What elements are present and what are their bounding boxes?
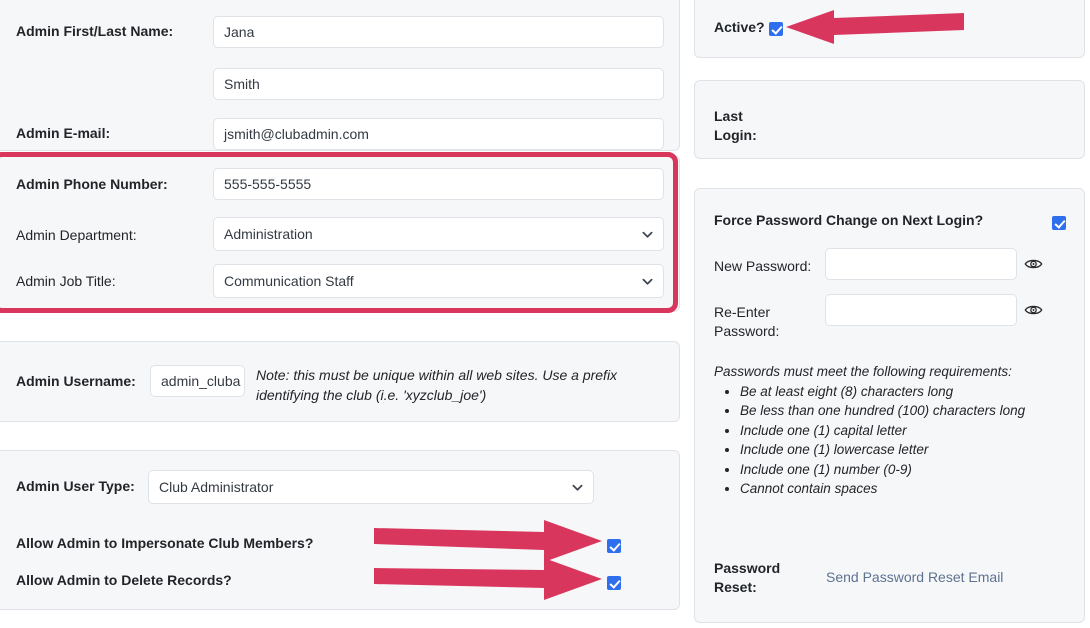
force-password-change-checkbox[interactable] xyxy=(1052,216,1066,230)
impersonate-label: Allow Admin to Impersonate Club Members? xyxy=(16,535,314,551)
password-requirements-list: Be at least eight (8) characters long Be… xyxy=(714,382,1074,499)
admin-user-type-select[interactable]: Club Administrator xyxy=(148,470,594,504)
first-name-input[interactable]: Jana xyxy=(213,16,664,48)
admin-department-value: Administration xyxy=(224,226,313,242)
admin-email-input[interactable]: jsmith@clubadmin.com xyxy=(213,118,664,150)
admin-phone-label-row: Admin Phone Number: xyxy=(16,175,168,194)
requirement-item: Include one (1) capital letter xyxy=(740,421,1074,441)
new-password-label: New Password: xyxy=(714,258,812,274)
admin-email-label: Admin E-mail: xyxy=(16,125,111,141)
admin-department-label-row: Admin Department: xyxy=(16,226,137,245)
admin-job-title-label: Admin Job Title: xyxy=(16,273,116,289)
new-password-label-row: New Password: xyxy=(714,257,811,276)
admin-email-label-row: Admin E-mail: xyxy=(16,124,110,143)
password-requirements: Passwords must meet the following requir… xyxy=(714,362,1074,499)
requirement-item: Be less than one hundred (100) character… xyxy=(740,401,1074,421)
admin-username-label-row: Admin Username: xyxy=(16,372,136,391)
new-password-input[interactable] xyxy=(825,248,1017,280)
admin-profile-form-page: Admin First/Last Name: Jana Smith Admin … xyxy=(0,0,1090,628)
admin-department-select[interactable]: Administration xyxy=(213,217,664,251)
reenter-password-label: Re-Enter Password: xyxy=(714,304,780,339)
admin-user-type-label-row: Admin User Type: xyxy=(16,477,135,496)
first-name-value: Jana xyxy=(224,24,255,40)
password-requirements-intro: Passwords must meet the following requir… xyxy=(714,364,1012,379)
send-password-reset-email-link[interactable]: Send Password Reset Email xyxy=(826,569,1003,585)
admin-name-label: Admin First/Last Name: xyxy=(16,23,174,39)
admin-job-title-select[interactable]: Communication Staff xyxy=(213,264,664,298)
admin-phone-label: Admin Phone Number: xyxy=(16,176,168,192)
password-reset-label: Password Reset: xyxy=(714,560,781,595)
chevron-down-icon xyxy=(572,482,583,493)
admin-user-type-label: Admin User Type: xyxy=(16,478,135,494)
show-reenter-password-eye-icon[interactable] xyxy=(1024,303,1043,317)
last-login-label: Last Login: xyxy=(714,108,757,143)
last-name-value: Smith xyxy=(224,76,260,92)
chevron-down-icon xyxy=(642,276,653,287)
admin-username-value: admin_cluba xyxy=(161,373,241,389)
last-name-input[interactable]: Smith xyxy=(213,68,664,100)
impersonate-checkbox[interactable] xyxy=(607,539,621,553)
delete-records-checkbox[interactable] xyxy=(607,576,621,590)
admin-email-value: jsmith@clubadmin.com xyxy=(224,126,369,142)
admin-username-label: Admin Username: xyxy=(16,373,136,389)
impersonate-label-row: Allow Admin to Impersonate Club Members? xyxy=(16,534,313,553)
active-checkbox[interactable] xyxy=(769,22,783,36)
requirement-item: Cannot contain spaces xyxy=(740,479,1074,499)
requirement-item: Be at least eight (8) characters long xyxy=(740,382,1074,402)
requirement-item: Include one (1) lowercase letter xyxy=(740,440,1074,460)
requirement-item: Include one (1) number (0-9) xyxy=(740,460,1074,480)
delete-records-label-row: Allow Admin to Delete Records? xyxy=(16,571,232,590)
admin-job-title-value: Communication Staff xyxy=(224,273,354,289)
active-label-row: Active? xyxy=(714,18,765,37)
admin-user-type-value: Club Administrator xyxy=(159,479,274,495)
force-password-change-label: Force Password Change on Next Login? xyxy=(714,212,984,228)
admin-phone-value: 555-555-5555 xyxy=(224,176,312,192)
admin-name-label-row: Admin First/Last Name: xyxy=(16,22,206,41)
show-new-password-eye-icon[interactable] xyxy=(1024,257,1043,271)
delete-records-label: Allow Admin to Delete Records? xyxy=(16,572,232,588)
chevron-down-icon xyxy=(642,229,653,240)
admin-username-note: Note: this must be unique within all web… xyxy=(256,367,618,404)
force-password-change-label-row: Force Password Change on Next Login? xyxy=(714,211,983,230)
admin-username-input[interactable]: admin_cluba xyxy=(150,365,245,397)
reenter-password-input[interactable] xyxy=(825,294,1017,326)
admin-job-title-label-row: Admin Job Title: xyxy=(16,272,116,291)
admin-phone-input[interactable]: 555-555-5555 xyxy=(213,168,664,200)
admin-department-label: Admin Department: xyxy=(16,227,137,243)
active-label: Active? xyxy=(714,19,765,35)
